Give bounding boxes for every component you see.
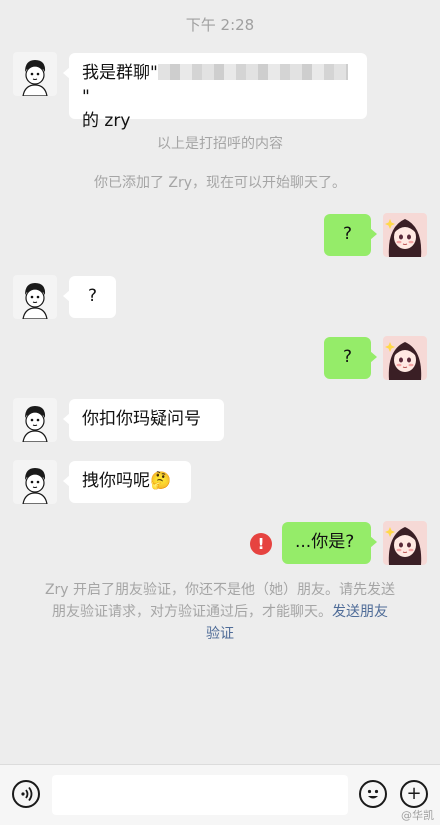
plus-icon[interactable]: + <box>400 780 428 808</box>
notice-text: 朋友验证请求，对方验证通过后，才能聊天。 <box>52 604 332 620</box>
outgoing-message-failed[interactable]: ...你是? <box>282 522 377 564</box>
incoming-message[interactable]: 拽你吗呢🤔 <box>63 461 191 503</box>
contact-avatar[interactable] <box>13 460 57 504</box>
my-avatar[interactable] <box>383 521 427 565</box>
system-note-greeting: 以上是打招呼的内容 <box>157 136 283 152</box>
blurred-group-name <box>157 64 348 80</box>
send-failed-icon[interactable]: ! <box>250 533 272 555</box>
outgoing-message[interactable]: ? <box>324 337 377 379</box>
message-text: ...你是? <box>295 532 355 552</box>
message-input[interactable] <box>52 775 348 815</box>
my-avatar[interactable] <box>383 213 427 257</box>
outgoing-message[interactable]: ? <box>324 214 377 256</box>
watermark: @华凯 <box>401 809 434 822</box>
plus-glyph: + <box>406 783 422 804</box>
notice-text: Zry 开启了朋友验证，你还不是他（她）朋友。请先发送 <box>44 582 396 598</box>
my-avatar[interactable] <box>383 336 427 380</box>
message-text: 拽你吗呢 <box>82 471 150 491</box>
incoming-message[interactable]: ? <box>63 276 116 318</box>
message-text: " <box>82 87 90 107</box>
message-text: ? <box>342 224 353 244</box>
message-text: ? <box>342 347 353 367</box>
voice-icon[interactable] <box>12 780 40 808</box>
message-text: ? <box>87 286 98 306</box>
incoming-message[interactable]: 你扣你玛疑问号 <box>63 399 224 441</box>
message-text: 的 zry <box>82 111 131 131</box>
contact-avatar[interactable] <box>13 275 57 319</box>
incoming-message-1[interactable]: 我是群聊" " 的 zry <box>63 53 367 131</box>
contact-avatar[interactable] <box>13 398 57 442</box>
friend-verification-notice: Zry 开启了朋友验证，你还不是他（她）朋友。请先发送 朋友验证请求，对方验证通… <box>28 579 412 645</box>
input-bar: + <box>0 764 440 825</box>
thinking-emoji-icon: 🤔 <box>150 471 172 491</box>
emoji-icon[interactable] <box>359 780 387 808</box>
send-verification-link[interactable]: 验证 <box>206 626 234 642</box>
timestamp: 下午 2:28 <box>185 16 255 34</box>
send-verification-link[interactable]: 发送朋友 <box>332 604 388 620</box>
contact-avatar[interactable] <box>13 52 57 96</box>
system-note-added: 你已添加了 Zry，现在可以开始聊天了。 <box>93 175 347 191</box>
message-text: 你扣你玛疑问号 <box>82 409 201 429</box>
message-text: 我是群聊" <box>82 63 158 83</box>
